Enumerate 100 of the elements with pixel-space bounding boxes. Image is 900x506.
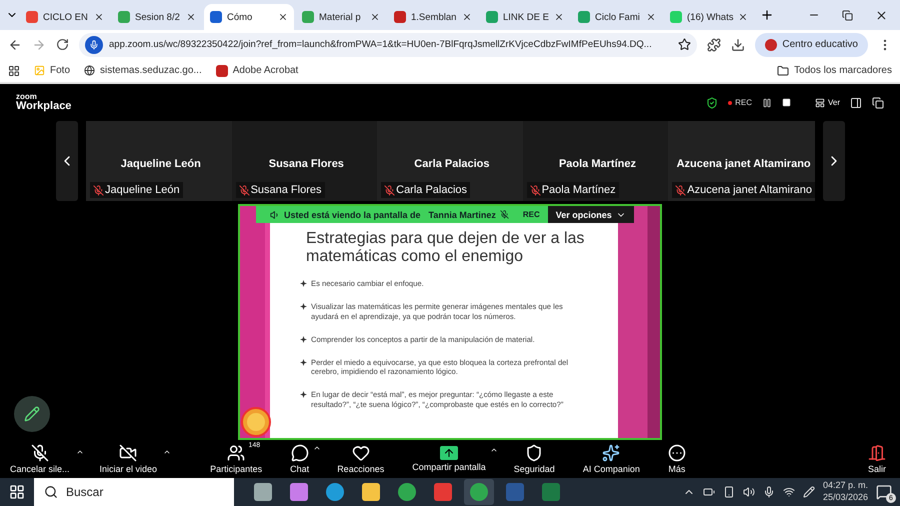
bookmark-link[interactable]: sistemas.seduzac.go... [84,65,202,76]
back-icon[interactable] [8,38,22,52]
close-icon[interactable] [875,8,888,22]
favicon-icon [26,11,38,23]
camera-off-icon [119,444,138,462]
share-screen-icon [440,446,458,460]
close-icon[interactable] [738,12,748,22]
encryption-icon [706,96,718,108]
stop-icon[interactable] [782,98,791,107]
address-bar[interactable]: app.zoom.us/wc/89322350422/join?ref_from=launch&fromPWA=1&tk=HU0en-7BlFqrqJsmellZrKVjceCdbzFwIMfPeEUhs94.DQ... [79,32,698,57]
download-icon[interactable] [731,38,746,52]
tab-title: Cómo [227,12,254,22]
close-icon[interactable] [94,12,104,22]
toolbar-button[interactable]: Reacciones [333,444,388,474]
leave-button[interactable]: Salir [864,444,890,474]
caret-icon[interactable] [490,446,498,454]
microphone-icon[interactable] [762,486,775,498]
start-icon[interactable] [9,484,25,500]
brand-logo: zoom [16,93,38,101]
notifications-icon[interactable] [876,484,892,500]
extensions-icon[interactable] [707,38,722,52]
toolbar-button[interactable]: Iniciar el video [96,444,162,474]
favicon-icon [486,11,498,23]
browser-tab[interactable]: CICLO EN [20,4,110,30]
heart-icon [352,444,370,462]
toolbar-button[interactable]: AI Companion [578,444,644,474]
date-text: 25/03/2026 [822,492,868,504]
chat-icon [290,444,309,462]
recording-label: REC [522,210,540,219]
browser-tab[interactable]: (16) Whats [664,4,754,30]
microphone-muted-icon [384,184,396,196]
close-icon[interactable] [554,12,564,22]
close-icon[interactable] [646,12,656,22]
name-tag-text: Azucena janet Altamirano [687,184,812,196]
caret-icon[interactable] [163,448,172,456]
toolbar-button[interactable]: Seguridad [510,444,559,474]
clock[interactable]: 04:27 p. m. 25/03/2026 [822,480,868,504]
bookmark-link[interactable]: Foto [34,65,70,76]
pencil-icon [24,406,40,422]
search-icon [44,485,58,499]
search-field[interactable]: Buscar [34,478,234,506]
browser-tab[interactable]: Material p [296,4,386,30]
phone-icon[interactable] [722,486,735,498]
pen-icon[interactable] [802,486,815,498]
participant-name: Carla Palacios [414,158,490,170]
caret-icon[interactable] [313,444,322,452]
image-icon [34,65,45,76]
favicon-icon [394,11,406,23]
window-icon[interactable] [850,96,862,108]
browser-tab[interactable]: Ciclo Fami [572,4,662,30]
popout-icon[interactable] [872,96,884,108]
name-tag-text: Paola Martínez [542,184,616,196]
name-tag-text: Carla Palacios [396,184,468,196]
pause-icon[interactable] [762,98,772,108]
profile-button[interactable]: Centro educativo [755,32,868,57]
tab-title: CICLO EN [43,12,89,22]
caret-icon[interactable] [76,448,84,456]
tab-title: Ciclo Fami [595,12,641,22]
participant-name: Azucena janet Altamirano [676,158,811,170]
new-tab-icon[interactable] [760,8,774,22]
close-icon[interactable] [370,12,380,22]
name-tag-text: Susana Flores [250,184,322,196]
close-icon[interactable] [186,12,196,22]
banner-text: Usted está viendo la pantalla de [284,210,421,220]
browser-tab[interactable]: LINK DE E [480,4,570,30]
reload-icon[interactable] [56,38,69,52]
browser-tab[interactable]: Sesion 8/2 [112,4,202,30]
close-icon[interactable] [462,12,472,22]
annotate-button[interactable] [14,396,50,432]
view-button[interactable]: Ver [814,98,840,108]
restore-icon[interactable] [842,10,853,20]
shield-icon [525,444,544,462]
battery-icon[interactable] [702,486,715,498]
tab-title: 1.Semblan [411,12,457,22]
toolbar-button[interactable]: Chat [286,444,314,474]
browser-tab[interactable]: Cómo [204,4,294,30]
participant-name: Susana Flores [268,158,344,170]
participant-name: Paola Martínez [558,158,636,170]
view-options-button[interactable]: Ver opciones [548,206,634,223]
toolbar-button[interactable]: Compartir pantalla [408,446,490,472]
toolbar-button[interactable]: Cancelar sile... [6,444,74,474]
apps-icon[interactable] [8,64,20,77]
avatar-icon [765,38,778,51]
browser-tab[interactable]: 1.Semblan [388,4,478,30]
sparkle-icon [602,444,620,462]
toolbar-button[interactable]: Más [664,444,690,474]
tab-title: LINK DE E [503,12,549,22]
speaker-icon [270,210,280,220]
bookmark-star-icon[interactable] [678,38,692,52]
all-bookmarks-link[interactable]: Todos los marcadores [777,64,892,77]
layout-icon [814,98,825,108]
microphone-muted-icon [675,184,686,196]
bookmark-link[interactable]: Adobe Acrobat [216,64,298,77]
volume-icon[interactable] [742,486,755,498]
tab-title: Material p [319,12,362,22]
microphone-muted-icon [500,210,509,219]
close-icon[interactable] [278,12,288,22]
logo-icon [241,407,271,437]
tab-title: (16) Whats [687,12,734,22]
product-name: Workplace [16,101,72,112]
